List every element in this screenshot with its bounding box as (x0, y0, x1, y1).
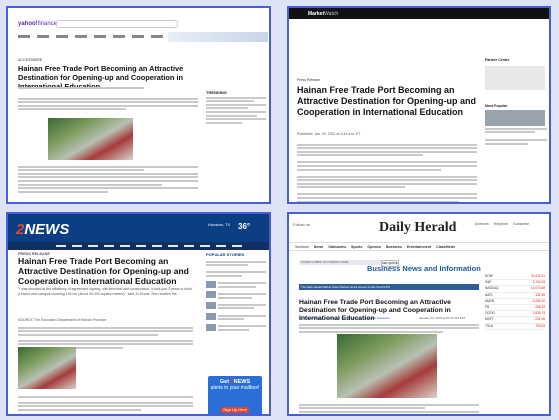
article-body (299, 322, 479, 334)
kprc-nav-links[interactable] (56, 245, 246, 247)
kprc-logo[interactable]: 2NEWS (16, 221, 69, 238)
most-popular-heading: Most Popular (485, 103, 508, 108)
yahoo-finance-logo[interactable]: yahoo!finance (18, 21, 57, 27)
newsletter-ad[interactable]: Get 2NEWS alerts in your mailbox! Sign U… (208, 376, 262, 414)
trending-heading: TRENDING (206, 90, 227, 95)
nav-sports[interactable]: Sports (351, 245, 362, 249)
article-meta: Published: Jan. 29, 2021 at 1:43 a.m. ET (297, 132, 361, 136)
article-caption (299, 402, 479, 414)
ad-banner[interactable] (168, 32, 268, 42)
subscribe-link[interactable]: Subscribe (513, 222, 529, 226)
article-title: Hainan Free Trade Port Becoming an Attra… (18, 256, 189, 286)
popular-story[interactable] (206, 312, 266, 322)
article-kicker: ACCESSWIRE (18, 58, 43, 62)
right-sidebar: Partner Center Most Popular (485, 58, 547, 147)
article-source: SOURCE The Education Department of Haina… (18, 318, 193, 351)
popular-story[interactable] (206, 280, 266, 290)
daily-herald-panel: Follow us Daily Herald Archives Help/Inf… (287, 212, 551, 416)
article-title: Hainan Free Trade Port Becoming an Attra… (297, 85, 477, 117)
article-body: "I was shocked at the efficiency of agre… (18, 287, 192, 296)
popular-story[interactable] (206, 291, 266, 300)
nav-business[interactable]: Business (386, 245, 402, 249)
trending-sidebar: TRENDING (206, 90, 266, 125)
stock-quotes: DOW 31,024.91 S&P 3,742.63 NASDAQ 13,070.69… (485, 274, 545, 330)
search-input[interactable] (56, 20, 178, 28)
section-title: Business News and Information (367, 264, 481, 273)
nav-obituaries[interactable]: Obituaries (328, 245, 346, 249)
popular-stories-heading: POPULAR STORIES (206, 252, 245, 257)
article-photo (18, 347, 76, 389)
nav-news[interactable]: News (314, 245, 323, 249)
market-tabs[interactable]: The Daily Herald Market Index Markets St… (299, 284, 479, 290)
article-body (18, 96, 198, 112)
top-nav[interactable] (18, 35, 168, 38)
article-body-continued (18, 164, 198, 194)
yahoo-finance-panel: yahoo!finance ACCESSWIRE Hainan Free Tra… (6, 6, 271, 204)
daily-herald-logo[interactable]: Daily Herald (379, 220, 456, 236)
weather-city: Houston, TX (208, 222, 231, 227)
marketwatch-panel: MarketWatch Press Release Hainan Free Tr… (287, 6, 551, 204)
marketwatch-logo[interactable]: MarketWatch (308, 11, 338, 17)
ad-slot[interactable] (485, 65, 545, 90)
nav-classifieds[interactable]: Classifieds (436, 245, 455, 249)
article-date: January 29, 2021 at 01:32 AM EST (419, 316, 466, 320)
nav-entertainment[interactable]: Entertainment (407, 245, 431, 249)
quote-row[interactable]: TSLA 793.53 (485, 324, 545, 330)
partner-center-heading: Partner Center (485, 58, 510, 62)
article-body-continued (18, 394, 193, 412)
main-nav: Sections News Obituaries Sports Opinion … (289, 242, 549, 251)
article-meta (18, 85, 198, 90)
nav-opinion[interactable]: Opinion (367, 245, 381, 249)
popular-thumb[interactable] (485, 110, 545, 127)
archives-link[interactable]: Archives (475, 222, 489, 226)
nav-sections[interactable]: Sections (295, 245, 309, 249)
popular-story[interactable] (206, 259, 266, 268)
top-links: Archives Help/Info Subscribe (475, 222, 529, 226)
popular-story[interactable] (206, 270, 266, 279)
article-photo (337, 334, 437, 398)
sign-up-button[interactable]: Sign Up Here (221, 407, 249, 413)
help-link[interactable]: Help/Info (494, 222, 508, 226)
article-photo (48, 118, 133, 160)
kprc-2news-panel: 2NEWS Houston, TX 36° PRESS RELEASE Hain… (6, 212, 271, 416)
popular-story[interactable] (206, 302, 266, 311)
popular-story[interactable] (206, 323, 266, 333)
article-kicker: Press Release (297, 78, 320, 82)
weather-temp[interactable]: 36° (238, 222, 250, 231)
follow-us: Follow us (293, 222, 310, 227)
popular-stories-sidebar: POPULAR STORIES (206, 252, 266, 332)
article-body (297, 142, 477, 202)
